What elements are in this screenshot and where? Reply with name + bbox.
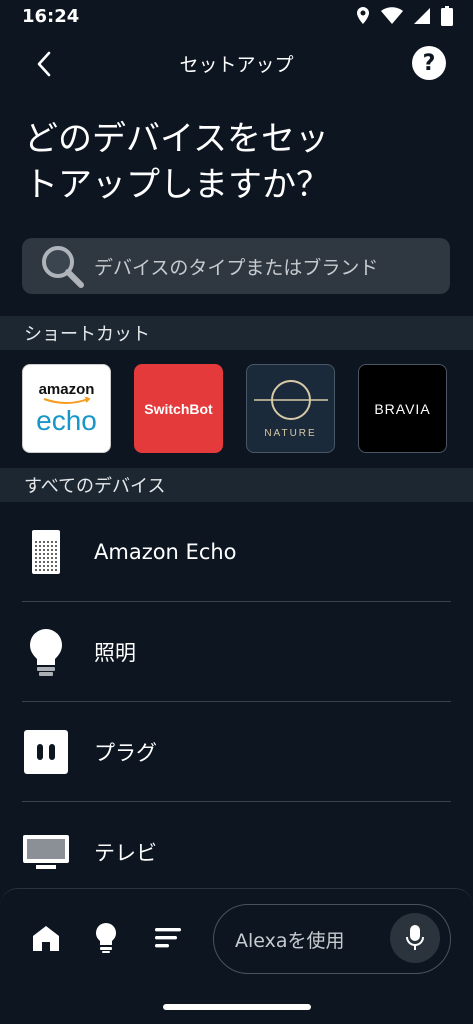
- echo-speaker-icon: [22, 528, 70, 576]
- devices-bulb-icon: [96, 923, 116, 953]
- search-input[interactable]: デバイスのタイプまたはブランド: [22, 238, 450, 294]
- all-devices-section-title: すべてのデバイス: [24, 476, 166, 497]
- help-icon: ?: [422, 50, 436, 76]
- amazon-logo-text: amazon: [38, 381, 95, 398]
- nav-devices-button[interactable]: [86, 918, 126, 958]
- status-bar: 16:24: [0, 0, 473, 34]
- amazon-smile-icon: [43, 397, 91, 404]
- signal-icon: [414, 8, 430, 24]
- shortcut-switchbot[interactable]: SwitchBot: [134, 364, 223, 453]
- mic-button[interactable]: [390, 913, 440, 963]
- nature-logo-text: NATURE: [264, 428, 317, 439]
- search-placeholder: デバイスのタイプまたはブランド: [94, 256, 379, 279]
- nature-logo-icon: [253, 380, 328, 420]
- nav-more-button[interactable]: [148, 918, 188, 958]
- shortcut-nature[interactable]: NATURE: [246, 364, 335, 453]
- device-item-amazon-echo[interactable]: Amazon Echo: [0, 502, 473, 602]
- nav-home-button[interactable]: [26, 918, 66, 958]
- all-devices-section-header: すべてのデバイス: [0, 468, 473, 502]
- device-item-label: テレビ: [94, 841, 157, 865]
- shortcuts-section-title: ショートカット: [24, 324, 150, 345]
- status-time: 16:24: [22, 6, 80, 27]
- home-icon: [33, 926, 59, 951]
- bravia-logo-text: BRAVIA: [374, 400, 431, 417]
- alexa-label: Alexaを使用: [235, 930, 345, 952]
- light-bulb-icon: [22, 628, 70, 676]
- plug-icon: [22, 728, 70, 776]
- tv-icon: [22, 828, 70, 876]
- device-item-label: 照明: [94, 641, 136, 665]
- shortcut-bravia[interactable]: BRAVIA: [358, 364, 447, 453]
- wifi-icon: [381, 7, 403, 24]
- page-title: どのデバイスをセッ トアップしますか？: [24, 119, 330, 205]
- device-item-tv[interactable]: テレビ: [0, 802, 473, 902]
- status-icons: [355, 6, 453, 26]
- search-icon: [42, 246, 84, 288]
- switchbot-logo-text: SwitchBot: [144, 400, 213, 417]
- device-item-label: プラグ: [94, 741, 157, 765]
- shortcuts-section-header: ショートカット: [0, 316, 473, 350]
- header-title: セットアップ: [179, 54, 294, 76]
- microphone-icon: [406, 925, 424, 950]
- device-item-label: Amazon Echo: [94, 540, 237, 564]
- echo-logo-text: echo: [36, 405, 97, 436]
- help-button[interactable]: ?: [412, 46, 446, 80]
- battery-icon: [441, 6, 453, 26]
- device-item-lighting[interactable]: 照明: [0, 602, 473, 702]
- shortcut-amazon-echo[interactable]: amazon echo: [22, 364, 111, 453]
- device-item-plug[interactable]: プラグ: [0, 702, 473, 802]
- home-indicator[interactable]: [163, 1004, 311, 1010]
- more-menu-icon: [155, 928, 181, 948]
- location-icon: [357, 7, 369, 24]
